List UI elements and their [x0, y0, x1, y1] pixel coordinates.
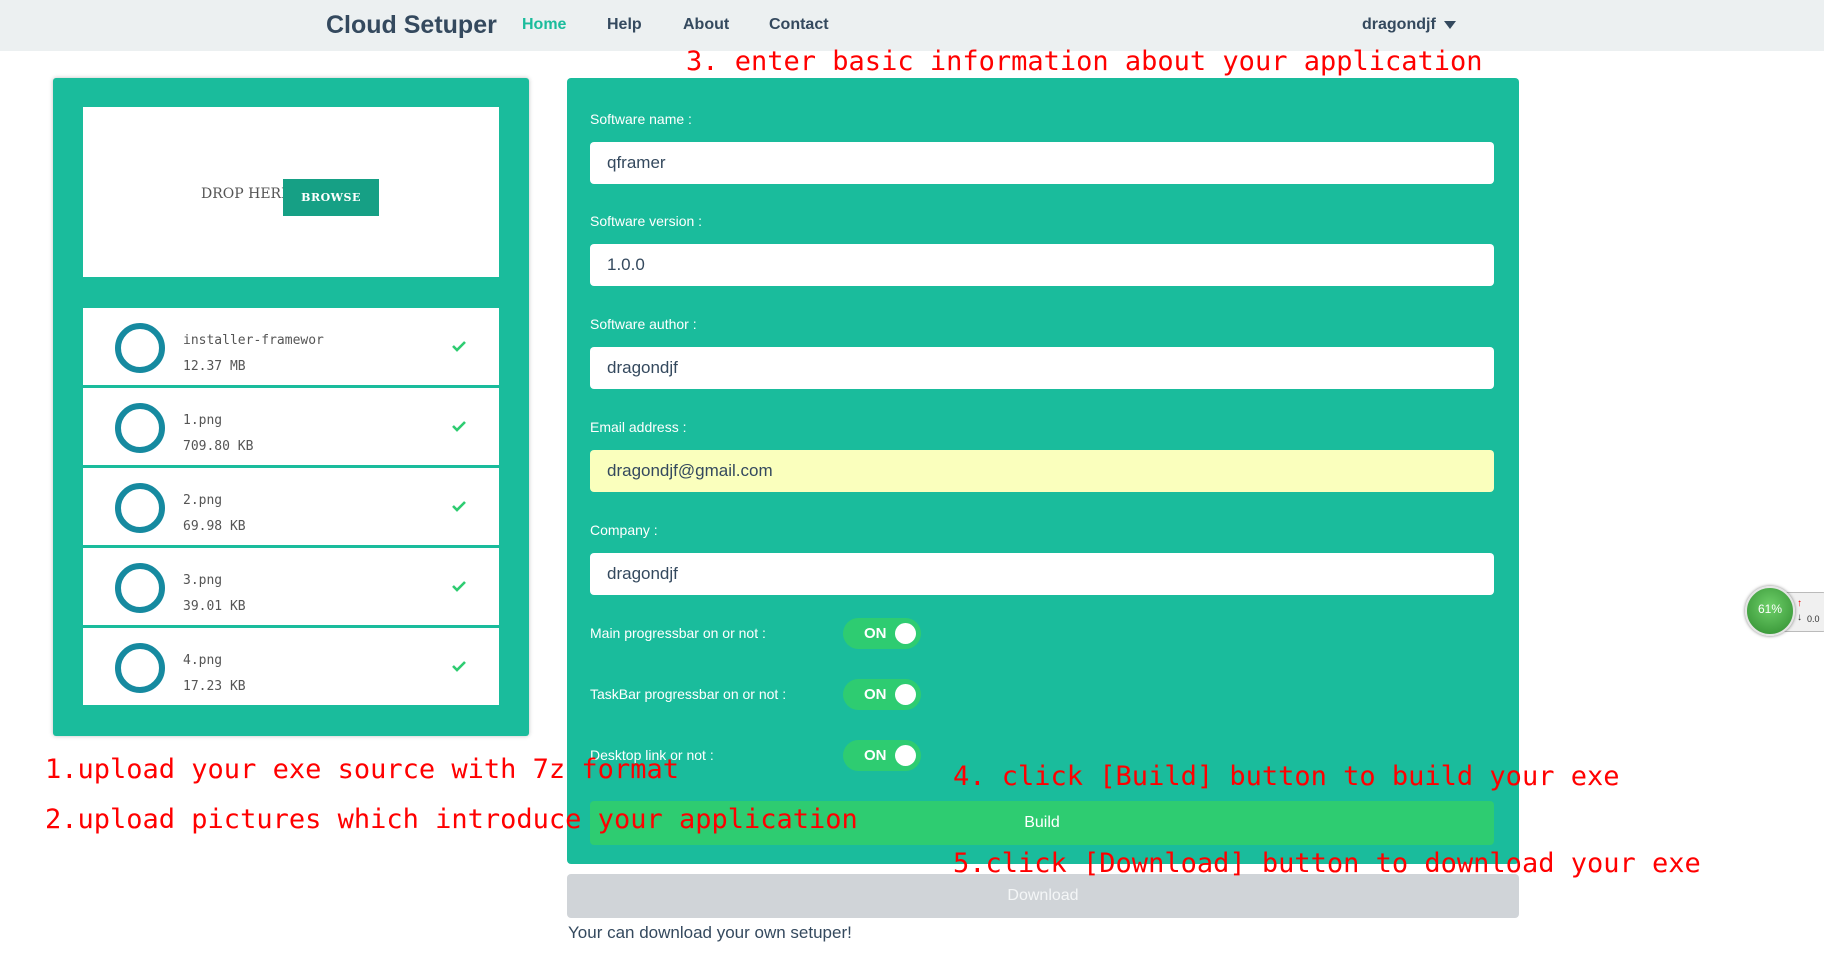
checkmark-icon [452, 581, 466, 592]
file-size: 17.23 KB [183, 679, 246, 694]
upload-arrow-icon: ↑ [1797, 598, 1802, 609]
file-item: 2.png 69.98 KB [83, 468, 499, 545]
upload-panel: DROP HERE BROWSE installer-framewor 12.3… [53, 78, 529, 736]
checkmark-icon [452, 501, 466, 512]
annotation-step2: 2.upload pictures which introduce your a… [45, 804, 858, 835]
file-progress-ring-icon [115, 563, 165, 613]
brand-logo[interactable]: Cloud Setuper [326, 11, 497, 40]
download-button[interactable]: Download [567, 874, 1519, 918]
browse-button[interactable]: BROWSE [283, 179, 379, 216]
software-author-input[interactable]: dragondjf [590, 347, 1494, 389]
annotation-step4: 4. click [Build] button to build your ex… [953, 761, 1620, 792]
file-item: 1.png 709.80 KB [83, 388, 499, 465]
navbar: Cloud Setuper Home Help About Contact dr… [0, 0, 1824, 51]
checkmark-icon [452, 421, 466, 432]
file-progress-ring-icon [115, 323, 165, 373]
checkmark-icon [452, 341, 466, 352]
main-progressbar-toggle[interactable]: ON [843, 618, 921, 649]
annotation-step5: 5.click [Download] button to download yo… [953, 848, 1701, 879]
file-size: 39.01 KB [183, 599, 246, 614]
toggle-state: ON [864, 747, 887, 764]
main-progressbar-label: Main progressbar on or not : [590, 625, 766, 641]
user-menu[interactable]: dragondjf [1362, 16, 1456, 34]
nav-about[interactable]: About [683, 16, 729, 34]
email-label: Email address : [590, 419, 687, 435]
download-note: Your can download your own setuper! [568, 923, 852, 942]
toggle-state: ON [864, 686, 887, 703]
software-version-input[interactable]: 1.0.0 [590, 244, 1494, 286]
email-input[interactable]: dragondjf@gmail.com [590, 450, 1494, 492]
file-name: installer-framewor [183, 333, 324, 348]
software-name-label: Software name : [590, 111, 692, 127]
dropzone[interactable]: DROP HERE BROWSE [83, 107, 499, 277]
toggle-knob [895, 684, 916, 705]
file-size: 12.37 MB [183, 359, 246, 374]
file-progress-ring-icon [115, 403, 165, 453]
taskbar-progressbar-toggle[interactable]: ON [843, 679, 921, 710]
file-name: 4.png [183, 653, 223, 668]
software-author-label: Software author : [590, 316, 697, 332]
file-item: 4.png 17.23 KB [83, 628, 499, 705]
annotation-step1: 1.upload your exe source with 7z format [45, 754, 679, 785]
file-name: 2.png [183, 493, 223, 508]
file-progress-ring-icon [115, 643, 165, 693]
company-input[interactable]: dragondjf [590, 553, 1494, 595]
file-size: 709.80 KB [183, 439, 254, 454]
annotation-step3: 3. enter basic information about your ap… [686, 46, 1483, 77]
software-name-input[interactable]: qframer [590, 142, 1494, 184]
user-name: dragondjf [1362, 16, 1436, 33]
file-list[interactable]: installer-framewor 12.37 MB 1.png 709.80… [83, 308, 499, 706]
nav-contact[interactable]: Contact [769, 16, 829, 34]
file-size: 69.98 KB [183, 519, 246, 534]
chevron-down-icon [1443, 20, 1456, 29]
desktop-link-toggle[interactable]: ON [843, 740, 921, 771]
nav-help[interactable]: Help [607, 16, 642, 34]
widget-percent: 61% [1757, 602, 1783, 616]
file-item: installer-framewor 12.37 MB [83, 308, 499, 385]
widget-speed: 0.0 [1807, 614, 1820, 624]
software-version-label: Software version : [590, 213, 703, 229]
toggle-knob [895, 745, 916, 766]
info-form: Software name : qframer Software version… [567, 78, 1519, 864]
file-name: 1.png [183, 413, 223, 428]
company-label: Company : [590, 522, 658, 538]
toggle-state: ON [864, 625, 887, 642]
system-monitor-widget[interactable]: 61% ↑ ↓ 0.0 [1745, 586, 1824, 636]
checkmark-icon [452, 661, 466, 672]
download-arrow-icon: ↓ [1797, 612, 1802, 623]
toggle-knob [895, 623, 916, 644]
file-item: 3.png 39.01 KB [83, 548, 499, 625]
file-progress-ring-icon [115, 483, 165, 533]
file-name: 3.png [183, 573, 223, 588]
nav-home[interactable]: Home [522, 16, 566, 34]
taskbar-progressbar-label: TaskBar progressbar on or not : [590, 686, 787, 702]
drop-label: DROP HERE [201, 186, 292, 202]
